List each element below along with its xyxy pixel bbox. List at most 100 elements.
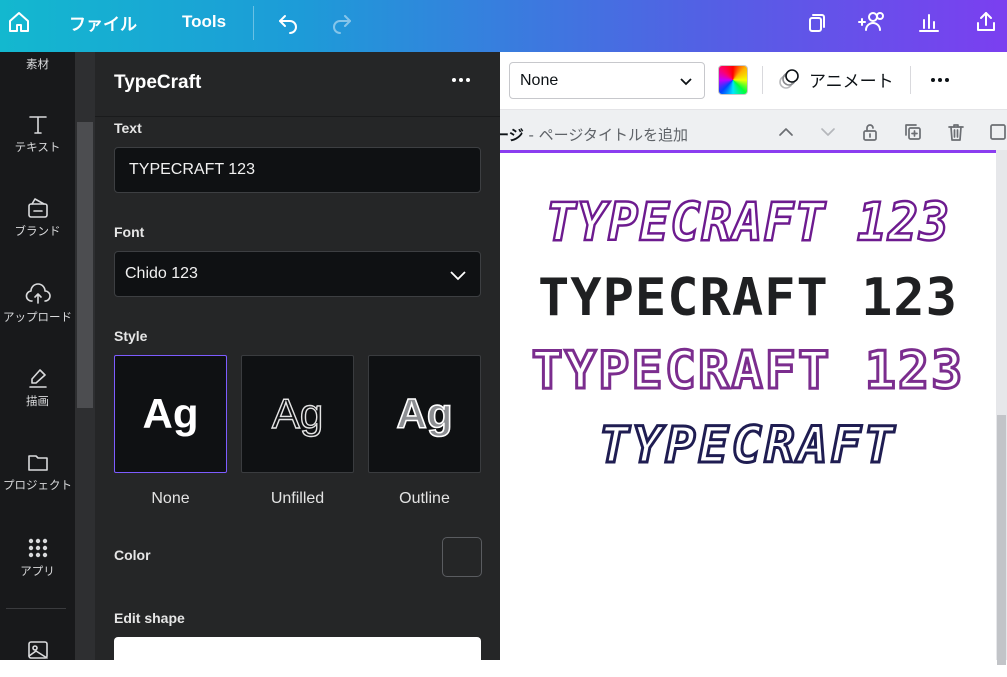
- color-picker-button[interactable]: [718, 65, 748, 95]
- tools-menu[interactable]: Tools: [180, 0, 228, 44]
- lock-page-button[interactable]: [860, 122, 880, 147]
- style-option-outline[interactable]: Ag: [368, 355, 481, 473]
- font-select-value: Chido 123: [125, 265, 198, 282]
- canvas-scroll-thumb[interactable]: [997, 415, 1006, 665]
- typecraft-panel: TypeCraft Text TYPECRAFT 123 Font Chido …: [75, 52, 500, 677]
- redo-button[interactable]: [328, 0, 356, 44]
- page-title[interactable]: ージ - ページタイトルを追加: [500, 124, 688, 145]
- edit-shape-section-label: Edit shape: [114, 610, 185, 626]
- rail-item-elements[interactable]: 素材: [0, 50, 75, 72]
- word-art-solid-black[interactable]: TYPECRAFT 123: [500, 268, 996, 328]
- text-section-label: Text: [114, 120, 142, 136]
- rail-item-photos[interactable]: [0, 638, 75, 662]
- rail-label: 素材: [26, 57, 49, 71]
- style-preview-outline: Ag: [396, 389, 454, 438]
- style-option-none[interactable]: Ag: [114, 355, 227, 473]
- brand-icon: [27, 198, 48, 218]
- toolbar-separator: [910, 66, 911, 94]
- animate-label: アニメート: [809, 71, 894, 92]
- font-select[interactable]: Chido 123: [114, 251, 481, 297]
- animate-button[interactable]: アニメート: [777, 66, 894, 92]
- rail-label: アップロード: [3, 310, 72, 324]
- style-label-outline: Outline: [399, 490, 450, 507]
- rail-label: アプリ: [20, 564, 55, 578]
- add-page-button[interactable]: [988, 122, 1007, 147]
- style-option-unfilled[interactable]: Ag: [241, 355, 354, 473]
- rail-item-brand[interactable]: ブランド: [0, 196, 75, 239]
- panel-divider: [95, 116, 500, 117]
- rail-label: ブランド: [14, 224, 61, 238]
- topbar-separator: [253, 6, 254, 40]
- word-art-block-purple[interactable]: TYPECRAFT 123: [500, 340, 996, 403]
- color-section-label: Color: [114, 547, 151, 563]
- style-section-label: Style: [114, 328, 148, 344]
- side-rail: 素材 テキスト ブランド アップロード 描画 プロジェクト アプリ: [0, 52, 75, 660]
- style-label-unfilled: Unfilled: [270, 490, 325, 507]
- text-input[interactable]: TYPECRAFT 123: [114, 147, 481, 193]
- chevron-up-icon: [779, 128, 793, 136]
- trash-icon: [948, 124, 964, 141]
- panel-scrollbar[interactable]: [75, 52, 95, 660]
- resize-button[interactable]: [802, 0, 830, 44]
- image-icon: [27, 641, 48, 659]
- panel-scroll-thumb[interactable]: [77, 122, 93, 408]
- design-page[interactable]: TYPECRAFT 123 TYPECRAFT 123 TYPECRAFT 12…: [500, 150, 996, 660]
- style-label-none: None: [151, 490, 190, 507]
- page-up-button[interactable]: [776, 122, 796, 147]
- rail-label: テキスト: [14, 140, 61, 154]
- canvas-scrollbar[interactable]: [996, 150, 1007, 665]
- toolbar-more-button[interactable]: [927, 68, 953, 92]
- rail-item-text[interactable]: テキスト: [0, 112, 75, 155]
- panel-more-button[interactable]: [448, 68, 474, 92]
- duplicate-icon: [905, 124, 921, 140]
- context-toolbar: None アニメート: [500, 52, 1007, 110]
- style-preview-unfilled: Ag: [271, 389, 324, 437]
- rail-label: プロジェクト: [3, 478, 72, 492]
- edit-shape-box[interactable]: [114, 637, 481, 677]
- rail-item-apps[interactable]: アプリ: [0, 536, 75, 579]
- toolbar-separator: [762, 66, 763, 94]
- rail-item-upload[interactable]: アップロード: [0, 282, 75, 325]
- page-title-separator: -: [523, 126, 539, 144]
- share-button[interactable]: [972, 0, 1000, 44]
- undo-button[interactable]: [274, 0, 302, 44]
- chevron-down-icon: [680, 78, 692, 86]
- page-title-placeholder: ページタイトルを追加: [538, 126, 689, 144]
- insights-button[interactable]: [915, 0, 943, 44]
- rail-label: 描画: [26, 394, 49, 408]
- rail-divider: [6, 608, 66, 609]
- panel-title: TypeCraft: [114, 72, 202, 93]
- text-icon: [28, 116, 47, 134]
- redo-icon: [333, 15, 351, 34]
- share-people-button[interactable]: [856, 0, 888, 44]
- word-art-outlined-purple[interactable]: TYPECRAFT 123: [500, 190, 996, 253]
- animate-icon: [779, 69, 799, 89]
- apps-grid-icon: [28, 538, 47, 558]
- home-icon: [9, 12, 29, 32]
- top-bar: ファイル Tools: [0, 0, 1007, 52]
- rail-item-projects[interactable]: プロジェクト: [0, 450, 75, 493]
- style-preview-none: Ag: [142, 390, 199, 437]
- upload-share-icon: [977, 12, 995, 31]
- folder-icon: [27, 455, 48, 471]
- delete-page-button[interactable]: [946, 122, 966, 147]
- rail-item-draw[interactable]: 描画: [0, 366, 75, 409]
- draw-icon: [28, 369, 47, 388]
- font-section-label: Font: [114, 224, 145, 240]
- effect-select-value: None: [520, 71, 559, 89]
- cloud-upload-icon: [25, 283, 51, 304]
- copy-pages-icon: [809, 14, 825, 32]
- color-swatch[interactable]: [442, 537, 482, 577]
- chevron-down-icon: [821, 128, 835, 136]
- duplicate-page-button[interactable]: [903, 122, 923, 147]
- page-label: ージ: [500, 126, 524, 144]
- page-down-button[interactable]: [818, 122, 838, 147]
- add-page-icon: [990, 124, 1006, 140]
- effect-select[interactable]: None: [509, 62, 705, 99]
- home-button[interactable]: [4, 0, 34, 44]
- bar-chart-icon: [919, 14, 939, 32]
- file-menu[interactable]: ファイル: [68, 0, 138, 44]
- undo-icon: [279, 15, 297, 34]
- page-header: ージ - ページタイトルを追加: [500, 116, 1007, 150]
- word-art-bubble-navy[interactable]: TYPECRAFT: [500, 415, 996, 476]
